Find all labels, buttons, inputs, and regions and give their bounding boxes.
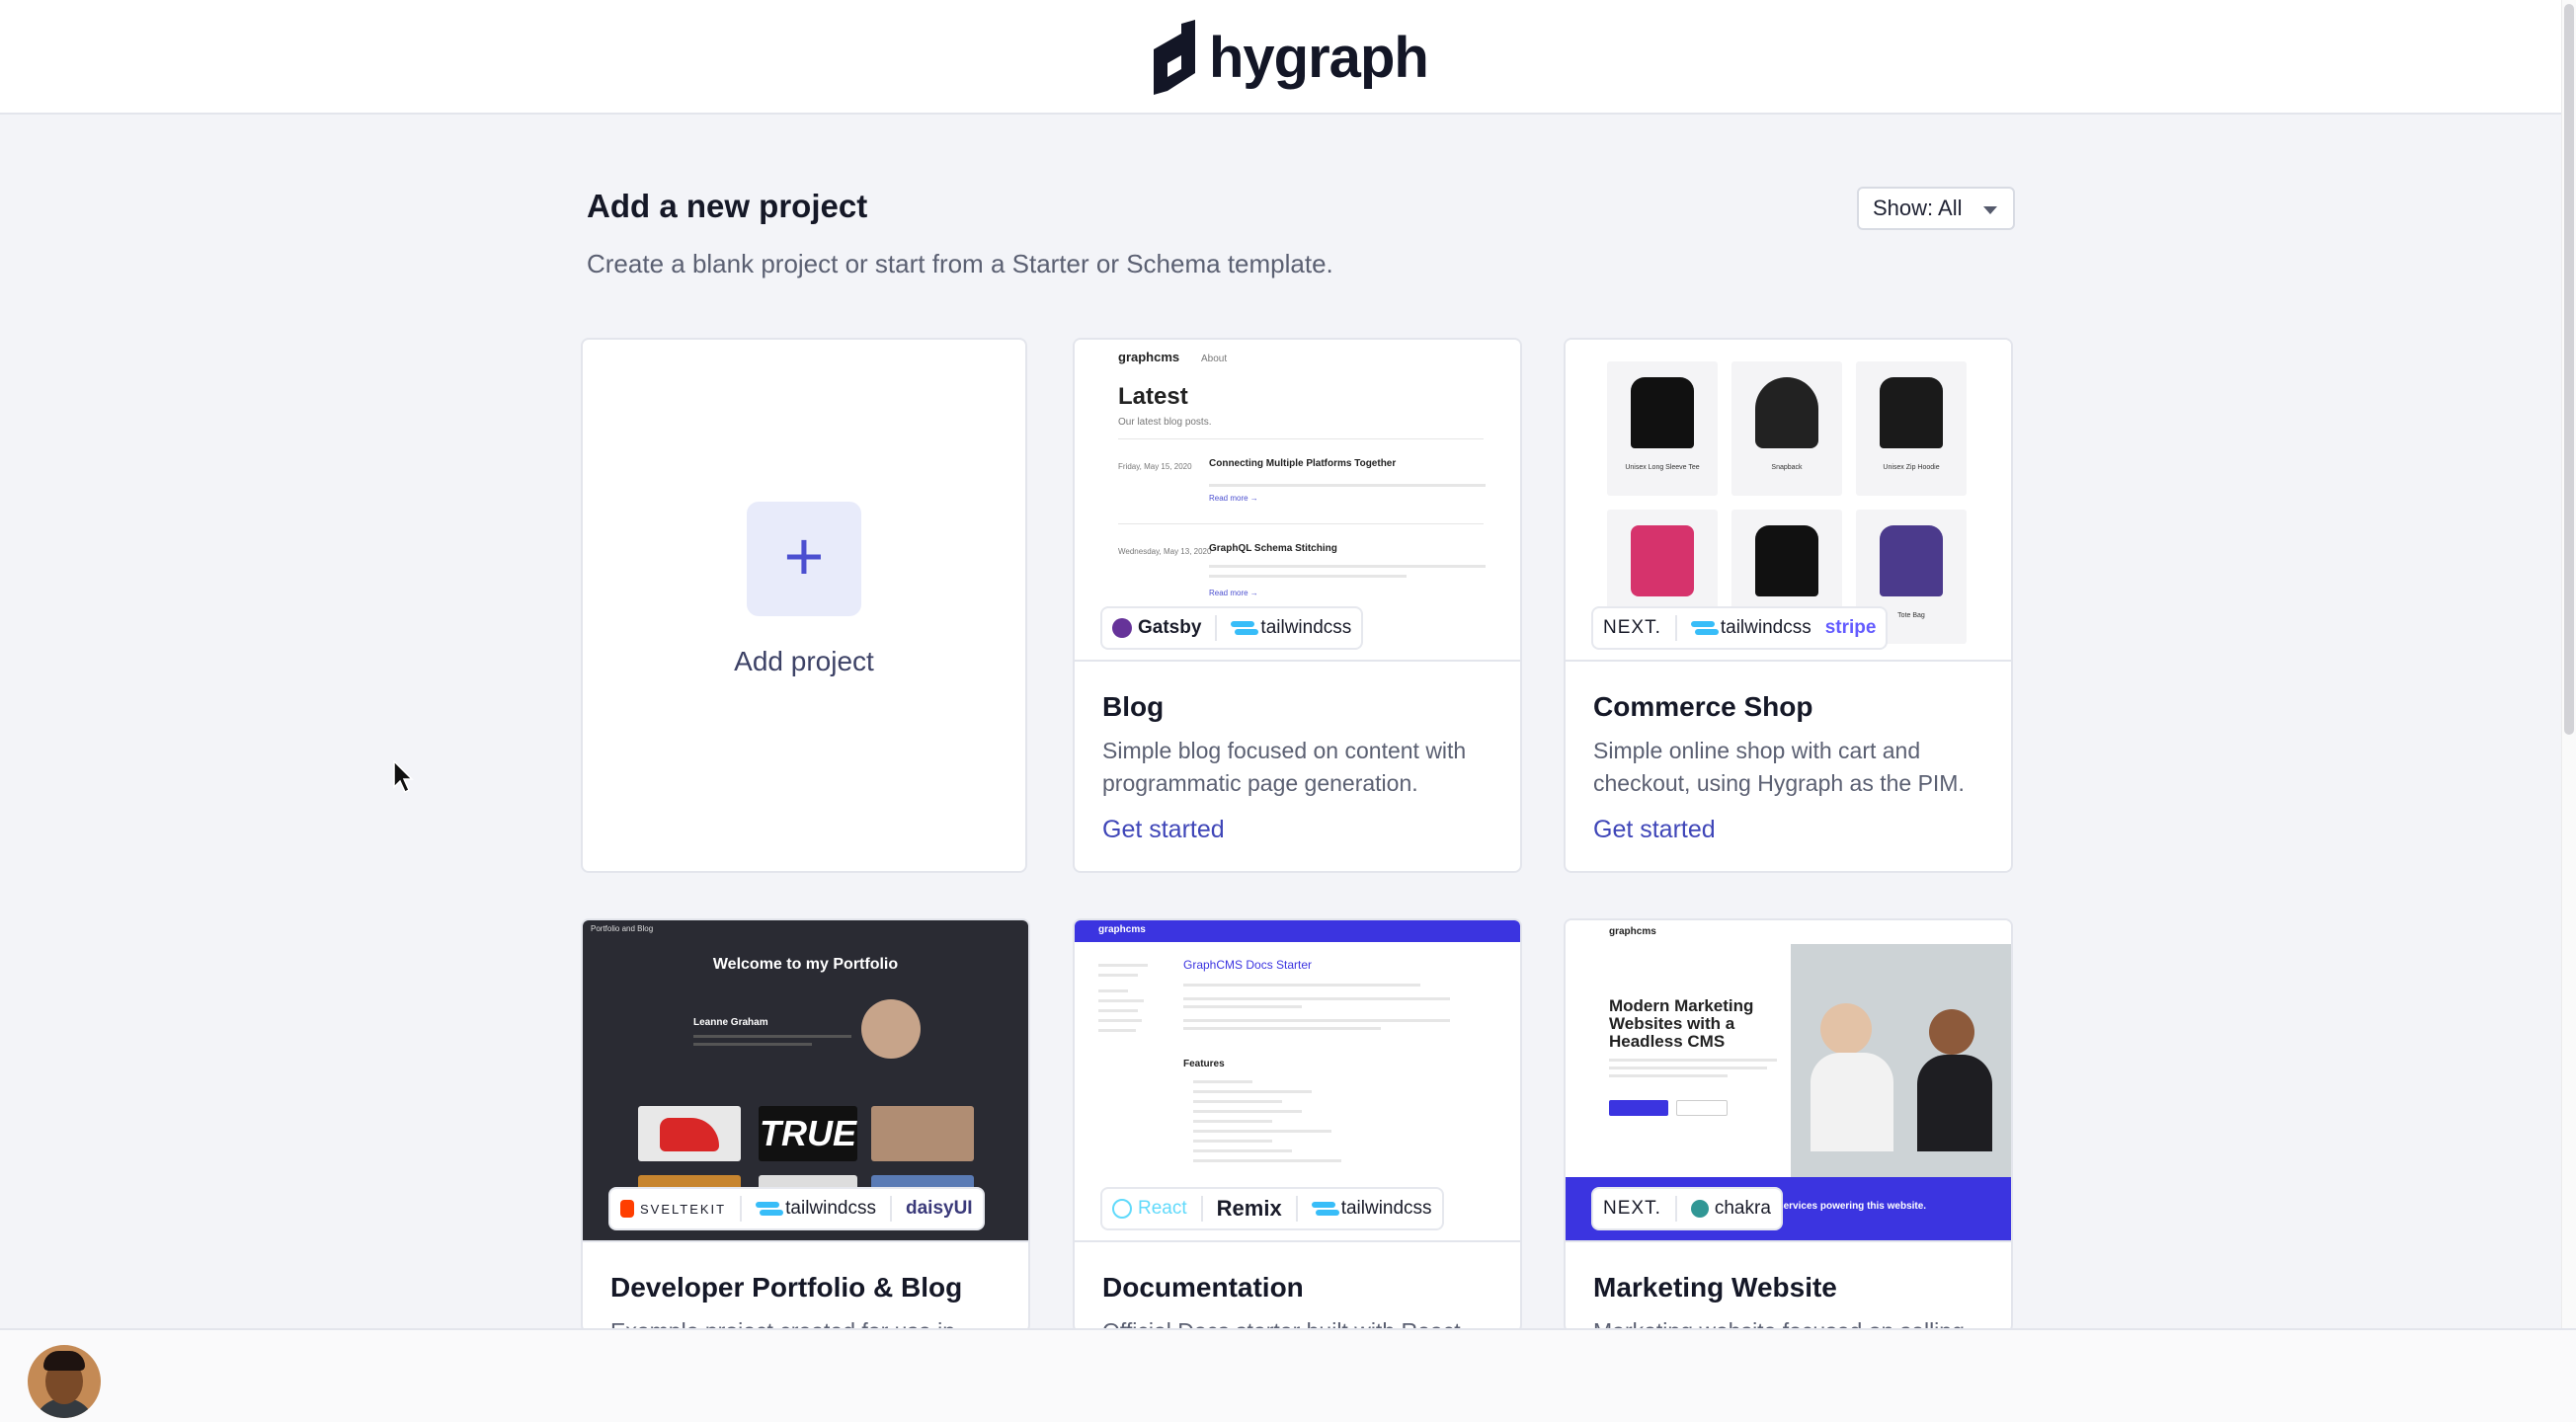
top-header: hygraph [0, 0, 2561, 115]
preview-brand: graphcms [1098, 924, 1146, 935]
sveltekit-badge: SVELTEKIT [620, 1200, 726, 1218]
preview-name: Leanne Graham [693, 1017, 768, 1028]
user-avatar[interactable] [28, 1345, 101, 1418]
preview-brand: graphcms [1118, 350, 1180, 364]
template-card-documentation[interactable]: graphcms GraphCMS Docs Starter Features … [1073, 918, 1522, 1333]
product-tile: Unisex Zip Hoodie [1856, 361, 1967, 496]
product-name: Unisex Long Sleeve Tee [1625, 464, 1700, 471]
preview-heading: Latest [1118, 383, 1188, 410]
bottom-bar [0, 1328, 2576, 1422]
tailwind-badge: tailwindcss [1311, 1198, 1432, 1220]
scroll-thumb[interactable] [2564, 4, 2574, 735]
get-started-link[interactable]: Get started [1102, 816, 1225, 844]
preview-post-date: Wednesday, May 13, 2020 [1118, 547, 1212, 556]
card-title: Documentation [1102, 1272, 1304, 1303]
portfolio-preview: Portfolio and Blog Welcome to my Portfol… [583, 920, 1028, 1242]
tailwind-icon [1311, 1202, 1339, 1216]
preview-brand: graphcms [1609, 926, 1656, 937]
chakra-badge: chakra [1690, 1198, 1771, 1220]
gatsby-icon [1112, 618, 1132, 638]
preview-read-more: Read more → [1209, 494, 1258, 503]
mouse-cursor-icon [393, 760, 414, 794]
product-tile: Snapback [1731, 361, 1842, 496]
gatsby-badge: Gatsby [1112, 617, 1201, 639]
product-image [1880, 377, 1943, 448]
card-description: Simple online shop with cart and checkou… [1593, 738, 1965, 796]
chevron-down-icon [1983, 206, 1997, 214]
card-title: Developer Portfolio & Blog [610, 1272, 963, 1303]
template-card-blog[interactable]: graphcms About Latest Our latest blog po… [1073, 338, 1522, 873]
show-filter-label: Show: All [1873, 196, 1963, 220]
product-image [1755, 525, 1818, 596]
next-badge: NEXT. [1603, 1198, 1661, 1219]
tech-badges: NEXT. tailwindcss stripe [1593, 608, 1887, 648]
product-image [1880, 525, 1943, 596]
svelte-icon [620, 1200, 634, 1218]
react-badge: React [1112, 1198, 1187, 1220]
face-image [871, 1106, 974, 1161]
chakra-icon [1690, 1200, 1709, 1218]
preview-post-date: Friday, May 15, 2020 [1118, 462, 1192, 471]
tailwind-badge: tailwindcss [756, 1198, 876, 1220]
tailwind-icon [1231, 621, 1259, 635]
preview-post-title: GraphQL Schema Stitching [1209, 543, 1337, 554]
scrollbar[interactable] [2561, 0, 2576, 1328]
product-image [1631, 377, 1694, 448]
preview-tagline: Our latest blog posts. [1118, 417, 1212, 428]
plus-icon: + [783, 517, 825, 594]
tech-badges: NEXT. chakra [1593, 1189, 1781, 1228]
tech-badges: SVELTEKIT tailwindcss daisyUI [610, 1189, 983, 1228]
preview-heading: Modern Marketing Websites with a Headles… [1609, 996, 1754, 1051]
tech-badges: React Remix tailwindcss [1102, 1189, 1442, 1228]
tailwind-icon [1690, 621, 1719, 635]
blog-preview: graphcms About Latest Our latest blog po… [1075, 340, 1520, 662]
daisyui-badge: daisyUI [906, 1198, 973, 1219]
documentation-preview: graphcms GraphCMS Docs Starter Features … [1075, 920, 1520, 1242]
product-name: Unisex Zip Hoodie [1883, 464, 1940, 471]
add-project-button[interactable]: + [747, 502, 861, 616]
card-description: Simple blog focused on content with prog… [1102, 738, 1467, 796]
card-title: Marketing Website [1593, 1272, 1837, 1303]
card-title: Blog [1102, 691, 1165, 722]
next-badge: NEXT. [1603, 617, 1661, 638]
tailwind-badge: tailwindcss [1690, 617, 1811, 639]
template-card-commerce-shop[interactable]: Unisex Long Sleeve Tee Snapback Unisex Zip… [1564, 338, 2013, 873]
commerce-preview: Unisex Long Sleeve Tee Snapback Unisex Zip… [1566, 340, 2011, 662]
marketing-preview: graphcms Modern Marketing Websites with … [1566, 920, 2011, 1242]
card-title: Commerce Shop [1593, 691, 1813, 722]
people-image [1791, 944, 2011, 1177]
react-icon [1112, 1199, 1132, 1219]
page-title: Add a new project [587, 188, 868, 224]
preview-read-more: Read more → [1209, 589, 1258, 597]
show-filter-dropdown[interactable]: Show: All [1857, 187, 2015, 230]
true-image: TRUE [759, 1106, 857, 1161]
preview-section: Features [1183, 1059, 1225, 1069]
remix-badge: Remix [1216, 1196, 1282, 1221]
preview-heading: Welcome to my Portfolio [712, 956, 899, 973]
tech-badges: Gatsby tailwindcss [1102, 608, 1362, 648]
preview-brand: Portfolio and Blog [591, 924, 654, 933]
add-project-card[interactable]: + Add project [581, 338, 1027, 873]
preview-post-title: Connecting Multiple Platforms Together [1209, 458, 1397, 469]
template-card-developer-portfolio[interactable]: Portfolio and Blog Welcome to my Portfol… [581, 918, 1030, 1333]
product-image [1755, 377, 1818, 448]
shoe-image [638, 1106, 741, 1161]
product-name: Snapback [1771, 464, 1803, 471]
product-tile: Unisex Long Sleeve Tee [1607, 361, 1718, 496]
page-subtitle: Create a blank project or start from a S… [587, 249, 1333, 278]
logo-text: hygraph [1209, 25, 1429, 90]
add-project-label: Add project [734, 646, 874, 676]
template-card-marketing-website[interactable]: graphcms Modern Marketing Websites with … [1564, 918, 2013, 1333]
tailwind-icon [756, 1202, 784, 1216]
preview-heading: GraphCMS Docs Starter [1183, 958, 1313, 972]
product-image [1631, 525, 1694, 596]
tailwind-badge: tailwindcss [1231, 617, 1351, 639]
stripe-badge: stripe [1824, 617, 1877, 638]
hygraph-logo-icon [1154, 20, 1195, 95]
hygraph-logo[interactable]: hygraph [1152, 20, 1429, 95]
preview-nav: About [1201, 354, 1228, 364]
get-started-link[interactable]: Get started [1593, 816, 1716, 844]
portrait-image [861, 999, 921, 1059]
